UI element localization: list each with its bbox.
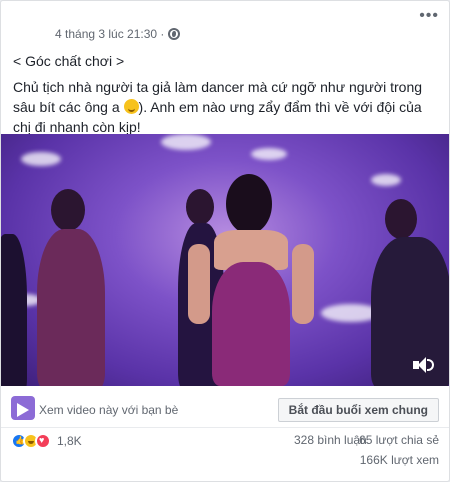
dancer-body bbox=[371, 237, 449, 386]
reaction-count[interactable]: 1,8K bbox=[57, 434, 82, 448]
dancer-body bbox=[37, 229, 105, 386]
post-meta: 4 tháng 3 lúc 21:30 · bbox=[55, 27, 181, 41]
post-text: < Góc chất chơi > Chủ tịch nhà người ta … bbox=[13, 51, 443, 143]
speaker-icon[interactable] bbox=[413, 356, 435, 374]
post-card: 4 tháng 3 lúc 21:30 · ••• < Góc chất chơ… bbox=[0, 0, 450, 482]
video-player[interactable] bbox=[1, 134, 449, 386]
dancer-dress bbox=[212, 262, 290, 386]
stage-light bbox=[161, 134, 211, 150]
love-icon[interactable] bbox=[35, 433, 51, 449]
post-stats: 1,8K 328 bình luận 65 lượt chia sẻ 166K … bbox=[1, 431, 449, 471]
view-count: 166K lượt xem bbox=[359, 453, 439, 467]
dancer-center bbox=[186, 174, 316, 386]
stage-light bbox=[251, 148, 287, 160]
dancer-left bbox=[31, 189, 111, 386]
smile-emoji-icon bbox=[123, 99, 139, 114]
post-timestamp[interactable]: 4 tháng 3 lúc 21:30 · bbox=[55, 27, 164, 41]
dancer-head bbox=[51, 189, 85, 231]
dancer-left-edge bbox=[1, 224, 31, 386]
dancer-arm bbox=[188, 244, 210, 324]
stage-light bbox=[371, 174, 401, 186]
watch-party-row: Xem video này với bạn bè Bắt đầu buổi xe… bbox=[1, 392, 449, 428]
dancer-head bbox=[385, 199, 417, 239]
stage-light bbox=[21, 152, 61, 166]
dancer-body bbox=[1, 234, 27, 386]
comment-count[interactable]: 328 bình luận bbox=[294, 433, 367, 447]
share-count[interactable]: 65 lượt chia sẻ bbox=[359, 433, 439, 447]
post-heading: < Góc chất chơi > bbox=[13, 53, 125, 69]
more-options-icon[interactable]: ••• bbox=[419, 7, 439, 25]
post-body: Chủ tịch nhà người ta giả làm dancer mà … bbox=[13, 77, 443, 137]
dancer-arm bbox=[292, 244, 314, 324]
start-watch-party-button[interactable]: Bắt đầu buổi xem chung bbox=[277, 398, 439, 422]
reactions-summary[interactable]: 1,8K bbox=[11, 433, 82, 449]
globe-icon[interactable] bbox=[168, 28, 181, 40]
dancer-right bbox=[371, 199, 449, 386]
dancer-head bbox=[226, 174, 272, 234]
watch-party-label: Xem video này với bạn bè bbox=[39, 403, 179, 417]
watch-party-icon bbox=[11, 396, 35, 420]
